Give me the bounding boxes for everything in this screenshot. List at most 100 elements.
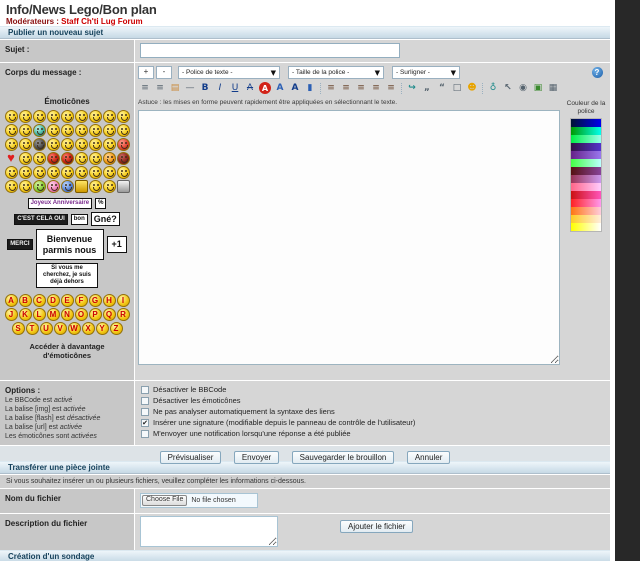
submit-button[interactable]: Envoyer bbox=[234, 451, 279, 464]
unordered-list-icon[interactable]: ≡ bbox=[138, 81, 152, 95]
color-swatch-row[interactable] bbox=[571, 127, 601, 135]
cancel-button[interactable]: Annuler bbox=[407, 451, 451, 464]
emoticon-plain[interactable] bbox=[103, 124, 116, 137]
emoticon-plain[interactable] bbox=[103, 166, 116, 179]
emoticon-plain[interactable] bbox=[19, 124, 32, 137]
font-family-select[interactable]: - Police de texte -▼ bbox=[178, 66, 280, 79]
choose-file-button[interactable]: Choose File bbox=[142, 495, 187, 506]
emoticon-plain[interactable] bbox=[103, 110, 116, 123]
emoticon-green[interactable] bbox=[33, 180, 46, 193]
color-swatch-row[interactable] bbox=[571, 207, 601, 215]
moderators-link[interactable]: Staff Ch'ti Lug Forum bbox=[61, 17, 142, 26]
emoticon-plain[interactable] bbox=[5, 124, 18, 137]
emoticon-devil[interactable] bbox=[61, 152, 74, 165]
letter-emoticon-S[interactable]: S bbox=[12, 322, 25, 335]
color-swatch-row[interactable] bbox=[571, 175, 601, 183]
color-swatch-row[interactable] bbox=[571, 159, 601, 167]
preview-button[interactable]: Prévisualiser bbox=[160, 451, 222, 464]
emoticon-red[interactable] bbox=[117, 138, 130, 151]
sign-emoticon[interactable]: C'EST CELA OUI bbox=[14, 214, 68, 225]
emoticon-plain[interactable] bbox=[75, 138, 88, 151]
emoticon-plain[interactable] bbox=[89, 138, 102, 151]
font-size-increase-button[interactable]: + bbox=[138, 66, 154, 79]
emoticon-plain[interactable] bbox=[5, 166, 18, 179]
letter-emoticon-J[interactable]: J bbox=[5, 308, 18, 321]
color-swatch-row[interactable] bbox=[571, 223, 601, 231]
color-swatch-row[interactable] bbox=[571, 183, 601, 191]
emoticon-plain[interactable] bbox=[89, 124, 102, 137]
option-checkbox-row[interactable]: Ne pas analyser automatiquement la synta… bbox=[141, 407, 604, 416]
letter-emoticon-M[interactable]: M bbox=[47, 308, 60, 321]
horizontal-rule-icon[interactable]: — bbox=[183, 81, 197, 95]
letter-emoticon-B[interactable]: B bbox=[19, 294, 32, 307]
emoticon-plain[interactable] bbox=[89, 166, 102, 179]
align-clear-icon[interactable]: ≡ bbox=[384, 81, 398, 95]
emoticon-plain[interactable] bbox=[117, 124, 130, 137]
color-swatch-row[interactable] bbox=[571, 167, 601, 175]
emoticon-plain[interactable] bbox=[75, 124, 88, 137]
underline-icon[interactable]: U bbox=[228, 81, 242, 95]
font-color-navy-icon[interactable]: A bbox=[288, 81, 302, 95]
option-checkbox-row[interactable]: Désactiver les émoticônes bbox=[141, 396, 604, 405]
checkbox-checked[interactable]: ✔ bbox=[141, 419, 149, 427]
table-icon[interactable]: □ bbox=[450, 81, 464, 95]
bold-icon[interactable]: B bbox=[198, 81, 212, 95]
font-size-select[interactable]: - Taille de la police -▼ bbox=[288, 66, 384, 79]
color-swatch-row[interactable] bbox=[571, 151, 601, 159]
file-input[interactable]: Choose File No file chosen bbox=[140, 493, 258, 508]
emoticon-plain[interactable] bbox=[19, 166, 32, 179]
letter-emoticon-F[interactable]: F bbox=[75, 294, 88, 307]
help-icon[interactable]: ? bbox=[592, 67, 603, 78]
sign-emoticon[interactable]: Si vous me cherchez, je suis déjà dehors bbox=[36, 263, 98, 288]
link-icon[interactable]: ↪ bbox=[405, 81, 419, 95]
font-color-red-icon[interactable]: A bbox=[259, 82, 271, 94]
letter-emoticon-V[interactable]: V bbox=[54, 322, 67, 335]
emoticon-plain[interactable] bbox=[75, 110, 88, 123]
highlight-select[interactable]: - Surligner -▼ bbox=[392, 66, 460, 79]
user-link-icon[interactable]: ♁ bbox=[486, 81, 500, 95]
emoticon-plain[interactable] bbox=[47, 124, 60, 137]
letter-emoticon-K[interactable]: K bbox=[19, 308, 32, 321]
emoticon-plain[interactable] bbox=[103, 180, 116, 193]
emoticon-plain[interactable] bbox=[61, 166, 74, 179]
letter-emoticon-E[interactable]: E bbox=[61, 294, 74, 307]
file-description-textarea[interactable] bbox=[140, 516, 278, 547]
italic-icon[interactable]: I bbox=[213, 81, 227, 95]
letter-emoticon-P[interactable]: P bbox=[89, 308, 102, 321]
emoticon-pink[interactable] bbox=[47, 180, 60, 193]
highlight-block-icon[interactable]: ▮ bbox=[303, 81, 317, 95]
sign-emoticon[interactable]: MERCI bbox=[7, 239, 32, 250]
quote-close-icon[interactable]: “ bbox=[435, 81, 449, 95]
option-checkbox-row[interactable]: Désactiver le BBCode bbox=[141, 385, 604, 394]
emoticon-plain[interactable] bbox=[33, 152, 46, 165]
emoticon-plain[interactable] bbox=[61, 110, 74, 123]
message-textarea[interactable] bbox=[138, 110, 560, 365]
emoticon-plain[interactable] bbox=[19, 152, 32, 165]
emoticon-heart[interactable]: ♥ bbox=[5, 152, 18, 165]
option-checkbox-row[interactable]: ✔Insérer une signature (modifiable depui… bbox=[141, 418, 604, 427]
image-icon[interactable]: ▣ bbox=[531, 81, 545, 95]
emoticon-plain[interactable] bbox=[75, 152, 88, 165]
emoticon-plain[interactable] bbox=[89, 110, 102, 123]
letter-emoticon-L[interactable]: L bbox=[33, 308, 46, 321]
quote-block-icon[interactable]: ▤ bbox=[168, 81, 182, 95]
option-checkbox-row[interactable]: M'envoyer une notification lorsqu'une ré… bbox=[141, 429, 604, 438]
camera-icon[interactable]: ◉ bbox=[516, 81, 530, 95]
emoticon-plain[interactable] bbox=[33, 166, 46, 179]
letter-emoticon-X[interactable]: X bbox=[82, 322, 95, 335]
letter-emoticon-H[interactable]: H bbox=[103, 294, 116, 307]
letter-emoticon-O[interactable]: O bbox=[75, 308, 88, 321]
emoticon-trophy-gold[interactable] bbox=[75, 180, 88, 193]
emoticon-plain[interactable] bbox=[19, 110, 32, 123]
emoticon-trophy-silver[interactable] bbox=[117, 180, 130, 193]
color-swatch-row[interactable] bbox=[571, 191, 601, 199]
more-emoticons-link[interactable]: Accéder à davantage d'émoticônes bbox=[5, 342, 129, 360]
emoticon-plain[interactable] bbox=[47, 138, 60, 151]
emoticon-plain[interactable] bbox=[19, 138, 32, 151]
color-swatch-row[interactable] bbox=[571, 215, 601, 223]
emoticon-dark[interactable] bbox=[33, 138, 46, 151]
emoticon-plain[interactable] bbox=[117, 110, 130, 123]
emoticon-plain[interactable] bbox=[33, 110, 46, 123]
film-icon[interactable]: ▦ bbox=[546, 81, 560, 95]
letter-emoticon-W[interactable]: W bbox=[68, 322, 81, 335]
